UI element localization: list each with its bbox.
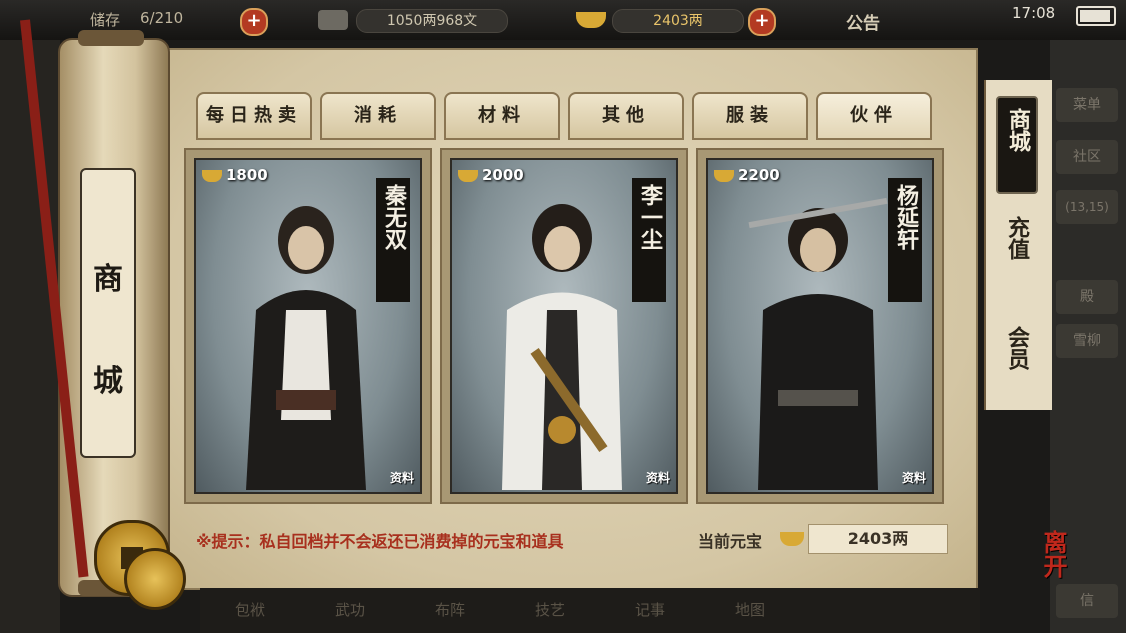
- shop-title-char: 商: [93, 262, 123, 297]
- partner-name: 秦无双: [376, 178, 410, 302]
- partner-name: 李一尘: [632, 178, 666, 302]
- side-tab-recharge-label: 充值: [1004, 216, 1029, 260]
- side-tab-member[interactable]: 会员: [996, 326, 1036, 379]
- gold-ingot-icon: [576, 12, 606, 28]
- leave-button[interactable]: 离开: [1036, 530, 1071, 578]
- add-gold-button[interactable]: +: [748, 8, 776, 36]
- scroll-cap-top: [78, 30, 144, 46]
- dock-item-journal[interactable]: 记事: [600, 588, 700, 633]
- community-button[interactable]: 社区: [1056, 140, 1118, 174]
- yuanbao-label: 当前元宝: [698, 532, 763, 551]
- price-tag: 2200: [714, 166, 780, 184]
- price-tag: 1800: [202, 166, 268, 184]
- top-status-bar: 储存 6/210 + 1050两968文 2403两 + 公告 17:08: [0, 0, 1126, 40]
- side-tab-recharge[interactable]: 充值: [996, 216, 1036, 269]
- gold-ingot-icon: [458, 169, 478, 182]
- hint-text: ※提示：私自回档并不会返还已消费掉的元宝和道具: [196, 532, 564, 551]
- battery-icon: [1076, 6, 1116, 26]
- stock-value: 6/210: [140, 9, 184, 27]
- announcement-button[interactable]: 公告: [846, 9, 880, 34]
- price-value: 1800: [226, 166, 268, 184]
- coordinate-readout: (13,15): [1056, 190, 1118, 224]
- yuanbao-value: 2403两: [808, 524, 948, 554]
- partner-portrait: [502, 204, 622, 490]
- tab-daily-hot[interactable]: 每日热卖: [196, 92, 312, 140]
- add-stock-button[interactable]: +: [240, 8, 268, 36]
- detail-button[interactable]: 资料: [390, 469, 414, 486]
- price-value: 2200: [738, 166, 780, 184]
- tab-materials[interactable]: 材料: [444, 92, 560, 140]
- partner-name-text: 李一尘: [637, 184, 662, 250]
- coin-ornament-icon: [124, 548, 186, 610]
- price-value: 2000: [482, 166, 524, 184]
- dock-item-inventory[interactable]: 包袱: [200, 588, 300, 633]
- shop-title-char: 城: [93, 364, 123, 399]
- dock-item-map[interactable]: 地图: [700, 588, 800, 633]
- gold-ingot-icon: [714, 169, 734, 182]
- hall-button[interactable]: 殿: [1056, 280, 1118, 314]
- partner-name-text: 秦无双: [381, 184, 406, 250]
- partner-portrait: [246, 206, 366, 490]
- partner-name: 杨延轩: [888, 178, 922, 302]
- tab-consumables[interactable]: 消耗: [320, 92, 436, 140]
- money-icon: [318, 10, 348, 30]
- partner-card[interactable]: 1800 秦无双 资料: [184, 148, 432, 504]
- partner-card[interactable]: 2200 杨延轩 资料: [696, 148, 944, 504]
- gold-value: 2403两: [612, 9, 744, 33]
- gold-ingot-icon: [202, 169, 222, 182]
- partner-name-text: 杨延轩: [893, 184, 918, 250]
- side-tab-member-label: 会员: [1004, 326, 1029, 370]
- shop-title-plate: 商 城: [80, 168, 136, 458]
- tab-partners[interactable]: 伙伴: [816, 92, 932, 140]
- tab-others[interactable]: 其他: [568, 92, 684, 140]
- partner-portrait: [748, 197, 888, 490]
- location-button[interactable]: 雪柳: [1056, 324, 1118, 358]
- side-tab-shop[interactable]: 商城: [996, 96, 1038, 194]
- clock: 17:08: [1012, 4, 1056, 22]
- side-tab-shop-label: 商城: [1005, 108, 1030, 152]
- price-tag: 2000: [458, 166, 524, 184]
- money-value: 1050两968文: [356, 9, 508, 33]
- bottom-dock: 包袱 武功 布阵 技艺 记事 地图: [200, 588, 980, 633]
- partner-card[interactable]: 2000 李一尘 资料: [440, 148, 688, 504]
- detail-button[interactable]: 资料: [646, 469, 670, 486]
- detail-button[interactable]: 资料: [902, 469, 926, 486]
- background-left: [0, 40, 60, 633]
- dock-item-skills[interactable]: 技艺: [500, 588, 600, 633]
- dock-item-martial-arts[interactable]: 武功: [300, 588, 400, 633]
- mail-button[interactable]: 信: [1056, 584, 1118, 618]
- dock-item-formation[interactable]: 布阵: [400, 588, 500, 633]
- stock-label: 储存: [90, 11, 121, 29]
- menu-button[interactable]: 菜单: [1056, 88, 1118, 122]
- tab-clothing[interactable]: 服装: [692, 92, 808, 140]
